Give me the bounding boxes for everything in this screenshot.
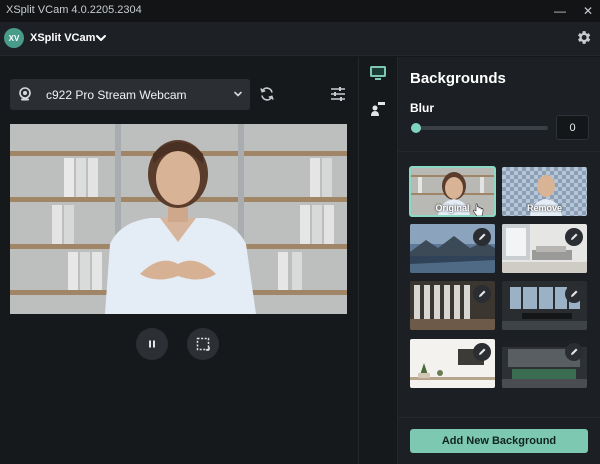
bg-plant-shelf[interactable]	[410, 339, 495, 388]
minimize-button[interactable]: —	[552, 3, 568, 19]
cursor-hand-icon	[473, 203, 484, 216]
pencil-icon	[571, 348, 578, 355]
refresh-icon[interactable]	[259, 86, 275, 102]
bg-remove[interactable]: Remove	[502, 167, 587, 216]
webcam-icon	[19, 87, 31, 101]
blur-slider-track[interactable]	[414, 126, 548, 130]
edit-background-button[interactable]	[565, 343, 583, 361]
edit-background-button[interactable]	[565, 285, 583, 303]
pencil-icon	[479, 348, 486, 355]
bg-original[interactable]: Original	[409, 166, 496, 217]
close-button[interactable]: ✕	[580, 3, 596, 19]
bg-living-room[interactable]	[502, 224, 587, 273]
divider	[398, 417, 600, 418]
pause-button[interactable]	[136, 328, 168, 360]
camera-select[interactable]: c922 Pro Stream Webcam	[10, 79, 250, 110]
pencil-icon	[479, 233, 486, 240]
pencil-icon	[479, 290, 486, 297]
blur-label: Blur	[410, 101, 434, 115]
tab-backgrounds[interactable]	[359, 57, 397, 89]
crop-icon	[196, 337, 210, 351]
bg-conference-room[interactable]	[502, 281, 587, 330]
sliders-icon[interactable]	[329, 85, 347, 103]
bg-modern-office[interactable]	[502, 339, 587, 388]
gear-icon[interactable]	[575, 29, 592, 46]
pencil-icon	[571, 290, 578, 297]
title-bar: XSplit VCam 4.0.2205.2304 — ✕	[0, 0, 600, 22]
bg-mountain-lake[interactable]	[410, 224, 495, 273]
camera-select-value: c922 Pro Stream Webcam	[46, 88, 187, 102]
crop-button[interactable]	[187, 328, 219, 360]
webcam-feed-image	[10, 124, 347, 314]
backgrounds-title: Backgrounds	[410, 70, 506, 87]
add-background-button[interactable]: Add New Background	[410, 429, 588, 453]
edit-background-button[interactable]	[473, 285, 491, 303]
tab-person[interactable]	[359, 93, 397, 125]
blur-value-input[interactable]: 0	[556, 115, 589, 140]
avatar[interactable]: XV	[4, 28, 24, 48]
edit-background-button[interactable]	[473, 228, 491, 246]
pause-icon	[149, 340, 155, 348]
monitor-icon	[370, 66, 386, 80]
pencil-icon	[571, 233, 578, 240]
app-name: XSplit VCam	[30, 32, 96, 44]
divider	[398, 151, 600, 152]
bg-remove-label: Remove	[526, 203, 562, 213]
side-tabs	[359, 57, 397, 464]
chevron-down-icon	[234, 91, 242, 97]
edit-background-button[interactable]	[565, 228, 583, 246]
edit-background-button[interactable]	[473, 343, 491, 361]
blur-slider-handle[interactable]	[411, 123, 421, 133]
chevron-down-icon[interactable]	[94, 31, 108, 45]
bg-office-windows[interactable]	[410, 281, 495, 330]
camera-preview	[10, 124, 347, 314]
person-icon	[371, 102, 385, 116]
window-title: XSplit VCam 4.0.2205.2304	[6, 4, 142, 16]
